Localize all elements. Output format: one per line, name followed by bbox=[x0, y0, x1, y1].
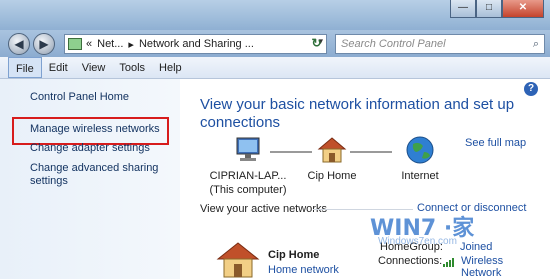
homegroup-joined-link[interactable]: Joined bbox=[460, 241, 492, 253]
menu-view[interactable]: View bbox=[75, 57, 113, 78]
control-panel-home-link[interactable]: Control Panel Home bbox=[30, 91, 129, 104]
computer-sub: (This computer) bbox=[209, 184, 287, 196]
wireless-signal-icon bbox=[443, 257, 457, 267]
internet-label: Internet bbox=[401, 170, 439, 182]
home-network-name: Cip Home bbox=[307, 170, 357, 182]
active-networks-label: View your active networks bbox=[200, 203, 327, 215]
menu-bar: File Edit View Tools Help bbox=[0, 57, 550, 79]
navigation-bar: ◀ ▶ « Net... ▸ Network and Sharing ... ▾… bbox=[0, 30, 550, 57]
maximize-button[interactable]: □ bbox=[476, 0, 502, 18]
watermark-url: Windows7en.com bbox=[378, 236, 457, 247]
menu-help[interactable]: Help bbox=[152, 57, 189, 78]
search-placeholder: Search Control Panel bbox=[341, 38, 446, 50]
forward-button[interactable]: ▶ bbox=[33, 33, 55, 55]
minimize-button[interactable]: — bbox=[450, 0, 476, 18]
computer-name: CIPRIAN-LAP... bbox=[209, 170, 287, 182]
back-button[interactable]: ◀ bbox=[8, 33, 30, 55]
menu-file[interactable]: File bbox=[8, 57, 42, 78]
task-pane: Control Panel Home Manage wireless netwo… bbox=[0, 79, 180, 279]
title-bar: — □ ✕ bbox=[0, 0, 550, 30]
address-bar[interactable]: « Net... ▸ Network and Sharing ... ▾ bbox=[64, 34, 327, 54]
refresh-icon[interactable]: ↻ bbox=[308, 35, 325, 52]
map-node-home[interactable]: Cip Home bbox=[302, 135, 362, 183]
search-icon[interactable]: ⌕ bbox=[533, 35, 539, 53]
menu-edit[interactable]: Edit bbox=[42, 57, 75, 78]
wireless-network-link[interactable]: Wireless Network bbox=[461, 255, 516, 279]
menu-tools[interactable]: Tools bbox=[112, 57, 152, 78]
change-adapter-settings-link[interactable]: Change adapter settings bbox=[30, 142, 150, 155]
house-icon bbox=[317, 137, 347, 163]
change-advanced-sharing-link[interactable]: Change advanced sharing settings bbox=[30, 162, 170, 188]
breadcrumb-network[interactable]: Net... bbox=[97, 38, 123, 50]
search-input[interactable]: Search Control Panel ⌕ bbox=[335, 34, 545, 54]
network-type-link[interactable]: Home network bbox=[268, 264, 339, 276]
manage-wireless-networks-link[interactable]: Manage wireless networks bbox=[30, 123, 160, 136]
map-node-internet[interactable]: Internet bbox=[390, 135, 450, 183]
globe-icon bbox=[406, 136, 434, 164]
help-icon[interactable]: ? bbox=[524, 82, 538, 96]
connections-label: Connections: bbox=[378, 255, 443, 267]
back-arrow-icon: ◀ bbox=[14, 37, 24, 51]
computer-icon bbox=[236, 137, 260, 161]
breadcrumb-network-sharing[interactable]: Network and Sharing ... bbox=[139, 38, 254, 50]
page-title: View your basic network information and … bbox=[200, 96, 515, 131]
breadcrumb-separator-icon[interactable]: ▸ bbox=[128, 38, 134, 51]
network-name: Cip Home bbox=[268, 249, 320, 261]
window-controls: — □ ✕ bbox=[450, 0, 544, 18]
forward-arrow-icon: ▶ bbox=[39, 37, 49, 51]
home-network-icon bbox=[216, 242, 260, 278]
close-button[interactable]: ✕ bbox=[502, 0, 544, 18]
see-full-map-link[interactable]: See full map bbox=[465, 137, 526, 149]
map-node-computer[interactable]: CIPRIAN-LAP... (This computer) bbox=[198, 135, 298, 197]
main-content: ? View your basic network information an… bbox=[180, 79, 550, 279]
control-panel-icon bbox=[68, 38, 82, 50]
breadcrumb-overflow[interactable]: « bbox=[86, 38, 92, 50]
